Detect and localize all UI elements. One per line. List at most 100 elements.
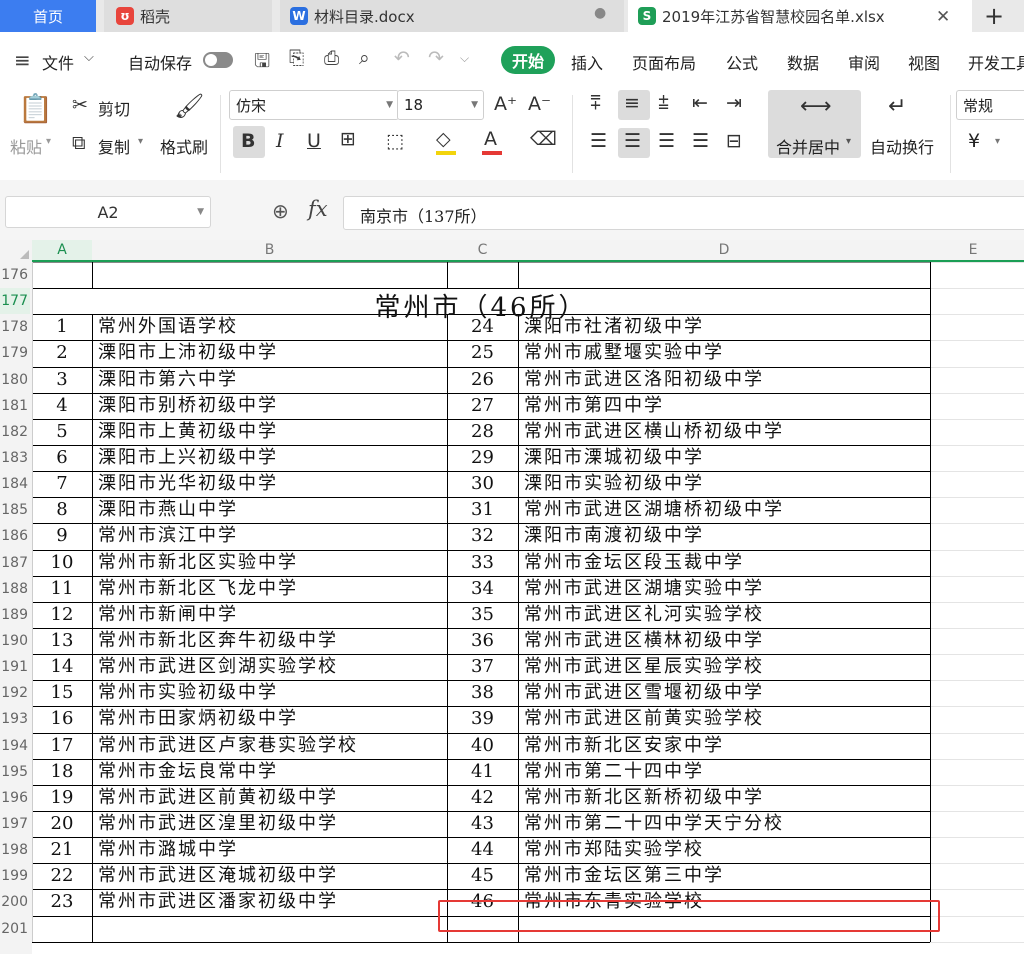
font-name-select[interactable]: 仿宋 ▼ — [229, 90, 399, 120]
row-header[interactable]: 188 — [0, 576, 30, 602]
cell-school-name[interactable]: 常州市武进区湖塘实验中学 — [524, 576, 764, 602]
redo-icon[interactable]: ↷ — [428, 47, 444, 69]
cell-index[interactable]: 44 — [447, 837, 518, 863]
merge-center-button[interactable]: 合并居中 — [776, 134, 840, 158]
align-top-icon[interactable]: ⩱ — [590, 92, 601, 114]
align-center-icon[interactable]: ☰ — [624, 130, 641, 152]
cell-index[interactable]: 21 — [32, 837, 92, 863]
align-bottom-icon[interactable]: ⩲ — [658, 92, 669, 114]
cell-index[interactable]: 30 — [447, 471, 518, 497]
row-header[interactable]: 183 — [0, 445, 30, 471]
column-header-a[interactable]: A — [32, 240, 92, 260]
cell-index[interactable]: 1 — [32, 314, 92, 340]
cell-school-name[interactable]: 常州市郑陆实验学校 — [524, 837, 704, 863]
cell-index[interactable]: 27 — [447, 393, 518, 419]
close-tab-icon[interactable]: ✕ — [936, 7, 950, 27]
align-left-icon[interactable]: ☰ — [590, 130, 607, 152]
column-header-c[interactable]: C — [447, 240, 518, 260]
cell-school-name[interactable]: 溧阳市光华初级中学 — [98, 471, 278, 497]
cell-school-name[interactable]: 溧阳市南渡初级中学 — [524, 523, 704, 549]
cell-index[interactable]: 9 — [32, 523, 92, 549]
copy-dropdown-icon[interactable]: ▾ — [138, 136, 143, 147]
cut-button[interactable]: 剪切 — [98, 96, 130, 120]
cell-school-name[interactable]: 常州市田家炳初级中学 — [98, 706, 298, 732]
cell-school-name[interactable]: 常州市武进区卢家巷实验学校 — [98, 733, 358, 759]
row-header[interactable]: 194 — [0, 733, 30, 759]
row-header[interactable]: 180 — [0, 367, 30, 393]
cell-school-name[interactable]: 溧阳市上兴初级中学 — [98, 445, 278, 471]
cell-index[interactable]: 12 — [32, 602, 92, 628]
row-header[interactable]: 187 — [0, 550, 30, 576]
cell-school-name[interactable]: 常州市武进区横山桥初级中学 — [524, 419, 784, 445]
menu-start[interactable]: 开始 — [501, 46, 555, 74]
increase-font-icon[interactable]: A⁺ — [494, 93, 517, 115]
merge-dropdown-icon[interactable]: ▾ — [846, 136, 851, 147]
cell-school-name[interactable]: 常州市金坛区第三中学 — [524, 863, 724, 889]
cell-school-name[interactable]: 常州市武进区淹城初级中学 — [98, 863, 338, 889]
cell-index[interactable]: 41 — [447, 759, 518, 785]
cell-school-name[interactable]: 溧阳市溧城初级中学 — [524, 445, 704, 471]
underline-icon[interactable]: U — [307, 130, 321, 152]
row-header[interactable]: 197 — [0, 811, 30, 837]
row-header[interactable]: 191 — [0, 654, 30, 680]
currency-dropdown-icon[interactable]: ▾ — [995, 136, 1000, 147]
menu-review[interactable]: 审阅 — [848, 50, 880, 74]
wrap-text-icon[interactable]: ↵ — [888, 94, 906, 119]
menu-developer[interactable]: 开发工具 — [968, 50, 1024, 74]
row-header[interactable]: 192 — [0, 680, 30, 706]
cell-index[interactable]: 19 — [32, 785, 92, 811]
cell-school-name[interactable]: 溧阳市实验初级中学 — [524, 471, 704, 497]
cell-index[interactable]: 5 — [32, 419, 92, 445]
align-right-icon[interactable]: ☰ — [658, 130, 675, 152]
cell-index[interactable]: 29 — [447, 445, 518, 471]
cell-school-name[interactable]: 常州市新北区安家中学 — [524, 733, 724, 759]
row-header[interactable]: 201 — [0, 916, 30, 942]
print-icon[interactable]: ⎙ — [324, 47, 339, 69]
cell-index[interactable]: 42 — [447, 785, 518, 811]
wrap-text-button[interactable]: 自动换行 — [870, 134, 934, 158]
cell-index[interactable]: 3 — [32, 367, 92, 393]
row-header[interactable]: 182 — [0, 419, 30, 445]
cell-school-name[interactable]: 常州市实验初级中学 — [98, 680, 278, 706]
cell-index[interactable]: 39 — [447, 706, 518, 732]
column-header-d[interactable]: D — [518, 240, 930, 260]
cell-school-name[interactable]: 常州市戚墅堰实验中学 — [524, 340, 724, 366]
print-preview-icon[interactable]: ⌕ — [359, 47, 370, 69]
row-header[interactable]: 196 — [0, 785, 30, 811]
cell-school-name[interactable]: 溧阳市燕山中学 — [98, 497, 238, 523]
cell-index[interactable]: 25 — [447, 340, 518, 366]
cell-index[interactable]: 40 — [447, 733, 518, 759]
cell-index[interactable]: 23 — [32, 889, 92, 915]
cell-index[interactable]: 31 — [447, 497, 518, 523]
cell-school-name[interactable]: 常州市第二十四中学天宁分校 — [524, 811, 784, 837]
increase-indent-icon[interactable]: ⇥ — [726, 92, 742, 114]
cell-index[interactable]: 32 — [447, 523, 518, 549]
row-header[interactable]: 178 — [0, 314, 30, 340]
cell-school-name[interactable]: 常州市金坛良常中学 — [98, 759, 278, 785]
tab-xlsx[interactable]: S 2019年江苏省智慧校园名单.xlsx ✕ — [628, 0, 972, 32]
row-header[interactable]: 179 — [0, 340, 30, 366]
tab-home[interactable]: 首页 — [0, 0, 96, 32]
paste-icon[interactable]: 📋 — [18, 92, 53, 125]
menu-data[interactable]: 数据 — [787, 50, 819, 74]
tab-doc[interactable]: W 材料目录.docx ● — [280, 0, 624, 32]
cell-school-name[interactable]: 溧阳市上沛初级中学 — [98, 340, 278, 366]
cell-school-name[interactable]: 常州市第四中学 — [524, 393, 664, 419]
menu-file[interactable]: 文件 — [42, 50, 74, 74]
row-header[interactable]: 195 — [0, 759, 30, 785]
cell-school-name[interactable]: 常州市武进区剑湖实验学校 — [98, 654, 338, 680]
cell-school-name[interactable]: 常州市武进区洛阳初级中学 — [524, 367, 764, 393]
row-header[interactable]: 199 — [0, 863, 30, 889]
formula-input[interactable]: 南京市（137所） — [343, 196, 1024, 230]
cell-index[interactable]: 7 — [32, 471, 92, 497]
cell-index[interactable]: 37 — [447, 654, 518, 680]
cell-school-name[interactable]: 常州市武进区前黄实验学校 — [524, 706, 764, 732]
cell-index[interactable]: 13 — [32, 628, 92, 654]
cell-index[interactable]: 45 — [447, 863, 518, 889]
cell-school-name[interactable]: 常州市武进区礼河实验学校 — [524, 602, 764, 628]
cell-index[interactable]: 38 — [447, 680, 518, 706]
cell-index[interactable]: 22 — [32, 863, 92, 889]
cell-index[interactable]: 28 — [447, 419, 518, 445]
row-header[interactable]: 177 — [0, 288, 30, 315]
autosave-toggle[interactable] — [203, 52, 233, 68]
